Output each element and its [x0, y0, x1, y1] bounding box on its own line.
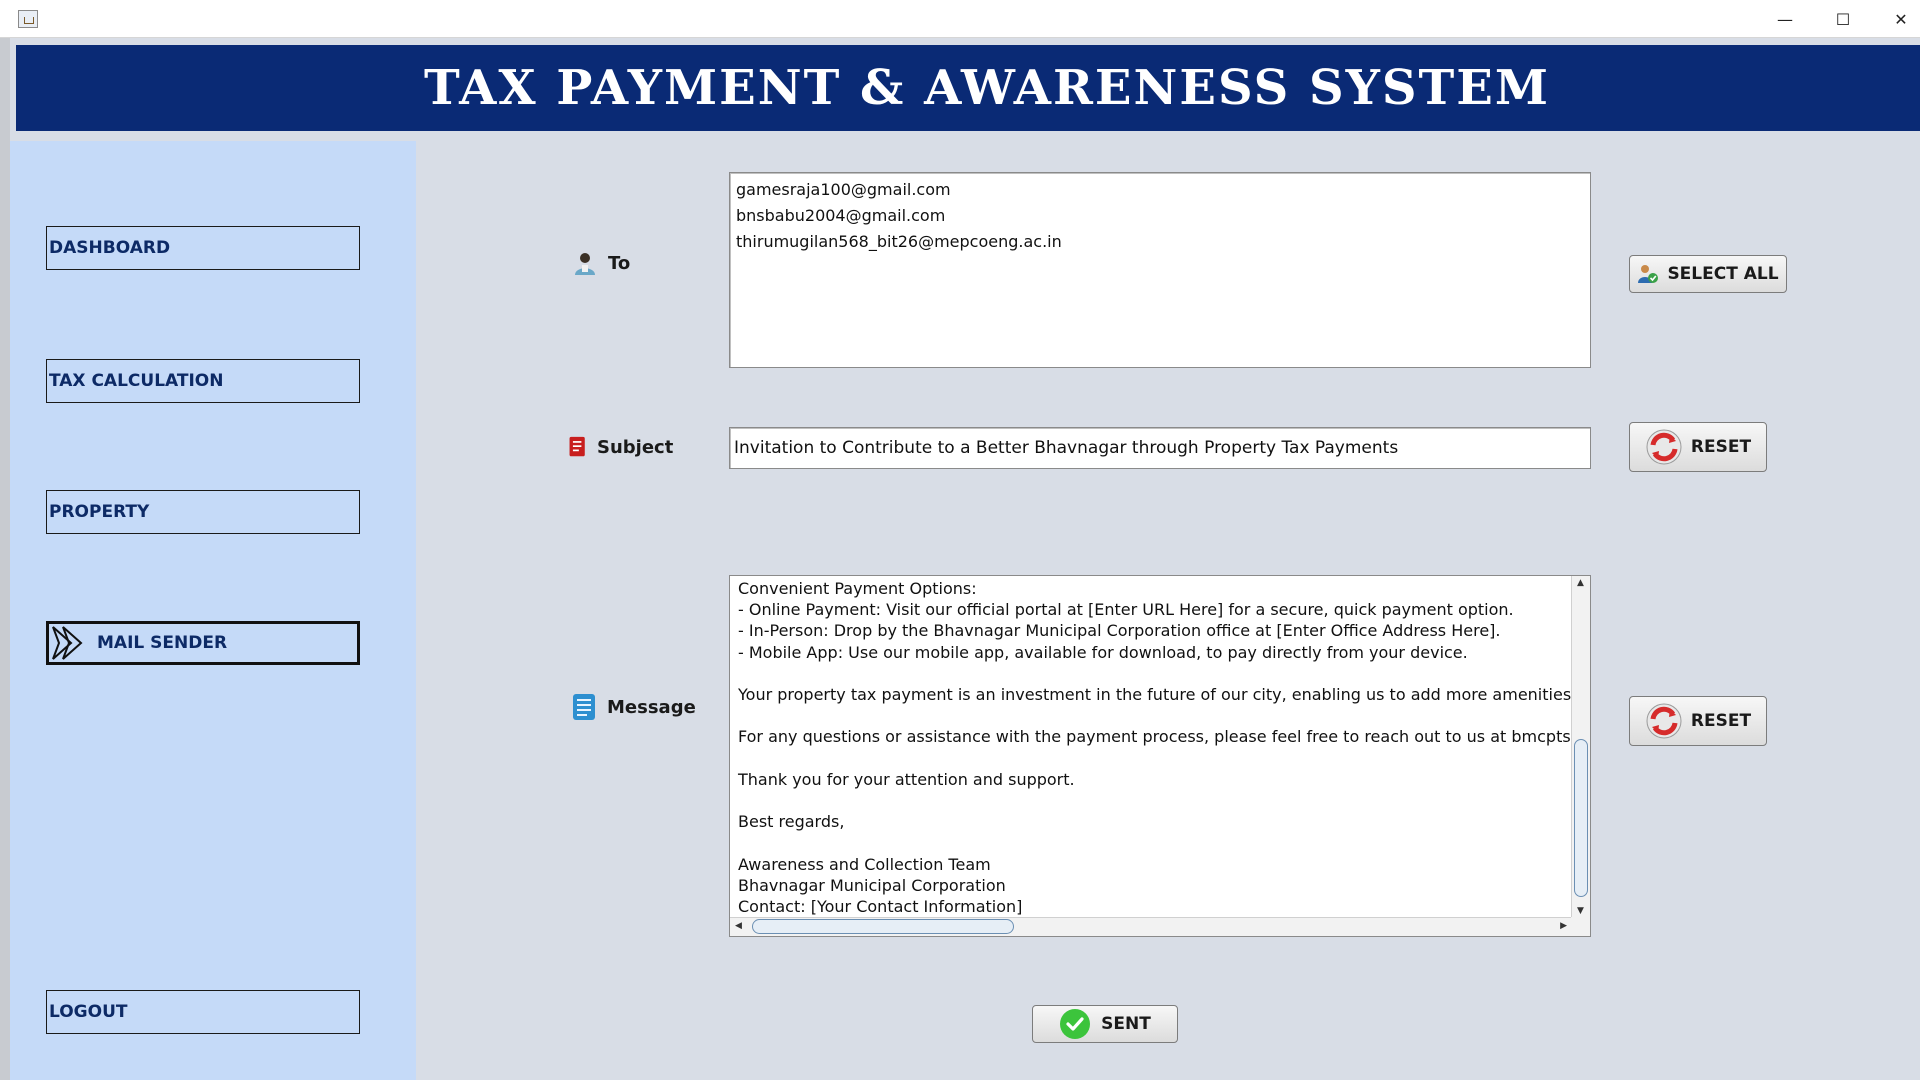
horizontal-scroll-thumb[interactable] [752, 919, 1014, 934]
sidebar-item-property[interactable]: PROPERTY [46, 490, 360, 534]
list-item[interactable]: thirumugilan568_bit26@mepcoeng.ac.in [736, 229, 1584, 255]
to-label-text: To [608, 252, 631, 274]
vertical-scrollbar[interactable]: ▲ ▼ [1571, 576, 1590, 918]
message-textarea[interactable]: Convenient Payment Options: - Online Pay… [729, 575, 1591, 937]
sidebar-item-label: DASHBOARD [49, 238, 171, 258]
scroll-right-icon[interactable]: ▶ [1560, 921, 1567, 931]
minimize-button[interactable]: — [1762, 0, 1808, 38]
select-all-button[interactable]: SELECT ALL [1629, 255, 1787, 293]
vertical-scroll-thumb[interactable] [1574, 739, 1588, 897]
scroll-left-icon[interactable]: ◀ [735, 921, 742, 931]
message-content[interactable]: Convenient Payment Options: - Online Pay… [730, 576, 1572, 918]
window-title-bar: — ☐ ✕ [0, 0, 1920, 38]
users-icon [1638, 265, 1659, 283]
select-all-label: SELECT ALL [1667, 264, 1779, 284]
scroll-down-icon[interactable]: ▼ [1577, 906, 1584, 916]
message-label-text: Message [607, 696, 696, 718]
list-item[interactable]: bnsbabu2004@gmail.com [736, 203, 1584, 229]
scrollbar-corner [1571, 917, 1590, 936]
sidebar-item-logout[interactable]: LOGOUT [46, 990, 360, 1034]
sidebar-item-label: LOGOUT [49, 1002, 128, 1022]
message-label: Message [571, 690, 696, 724]
chevron-right-icon [52, 626, 83, 660]
sidebar-item-label: TAX CALCULATION [49, 371, 224, 391]
app-title: TAX PAYMENT & AWARENESS SYSTEM [424, 60, 1550, 116]
reset-subject-button[interactable]: RESET [1629, 422, 1767, 472]
horizontal-scrollbar[interactable]: ◀ ▶ [730, 917, 1572, 936]
checkmark-icon [1060, 1009, 1091, 1039]
list-item[interactable]: gamesraja100@gmail.com [736, 177, 1584, 203]
java-app-icon [18, 10, 38, 28]
app-header: TAX PAYMENT & AWARENESS SYSTEM [16, 45, 1920, 131]
document-icon [569, 436, 585, 457]
reset-message-label: RESET [1690, 711, 1752, 731]
sidebar-item-mail-sender[interactable]: MAIL SENDER [46, 621, 360, 665]
reset-subject-label: RESET [1690, 437, 1752, 457]
notes-icon [573, 694, 595, 720]
send-button-label: SENT [1101, 1014, 1151, 1034]
refresh-icon [1646, 703, 1682, 739]
close-window-button[interactable]: ✕ [1878, 0, 1920, 38]
window-left-edge [0, 38, 10, 1080]
to-label: To [572, 249, 630, 277]
user-icon [575, 253, 595, 275]
subject-input[interactable]: Invitation to Contribute to a Better Bha… [729, 427, 1591, 469]
subject-label: Subject [567, 433, 673, 461]
sidebar-item-label: PROPERTY [49, 502, 150, 522]
reset-message-button[interactable]: RESET [1629, 696, 1767, 746]
subject-label-text: Subject [597, 436, 674, 458]
sidebar-item-dashboard[interactable]: DASHBOARD [46, 226, 360, 270]
sidebar: DASHBOARD TAX CALCULATION PROPERTY MAIL … [10, 141, 416, 1080]
sidebar-item-tax-calculation[interactable]: TAX CALCULATION [46, 359, 360, 403]
refresh-icon [1646, 429, 1682, 465]
scroll-up-icon[interactable]: ▲ [1577, 578, 1584, 588]
to-recipients-list[interactable]: gamesraja100@gmail.com bnsbabu2004@gmail… [729, 172, 1591, 368]
sidebar-item-label: MAIL SENDER [97, 633, 228, 653]
maximize-button[interactable]: ☐ [1820, 0, 1866, 38]
send-button[interactable]: SENT [1032, 1005, 1178, 1043]
